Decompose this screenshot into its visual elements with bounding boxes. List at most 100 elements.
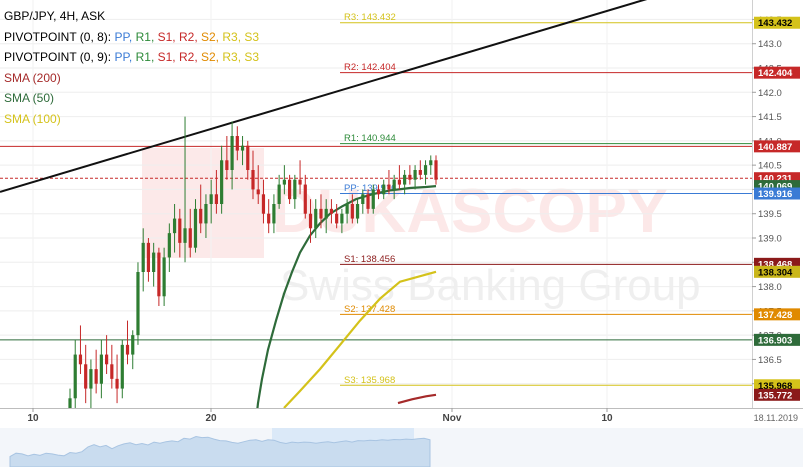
- legend-pivot-label: PIVOTPOINT (0, 9):: [4, 50, 115, 64]
- candle-body: [251, 170, 255, 190]
- candle: [131, 330, 135, 370]
- time-axis-background: [0, 408, 803, 428]
- price-badge: 139.916: [754, 187, 800, 200]
- candle-body: [267, 213, 271, 224]
- candle: [115, 354, 119, 404]
- candle: [84, 344, 88, 404]
- candle-body: [193, 208, 198, 248]
- price-tick-label: 138.0: [758, 282, 782, 293]
- price-badge-label: 138.304: [758, 267, 793, 278]
- candle-body: [288, 179, 292, 200]
- candle-body: [314, 208, 318, 229]
- legend-pivot-item: S1,: [157, 29, 179, 44]
- legend-sma-200[interactable]: SMA (200): [4, 68, 259, 89]
- legend-pivot-item: R1,: [135, 50, 158, 64]
- price-badge-label: 136.903: [758, 335, 792, 346]
- navigator-strip[interactable]: [0, 428, 803, 467]
- legend-pivot-1[interactable]: PIVOTPOINT (0, 9): PP, R1, S1, R2, S2, R…: [4, 47, 259, 68]
- candle-body: [152, 252, 156, 272]
- candle-body: [94, 369, 98, 384]
- legend-sma-100[interactable]: SMA (100): [4, 109, 259, 130]
- legend-pivot-item: R2,: [178, 29, 201, 44]
- price-tick-label: 139.0: [758, 234, 782, 245]
- time-tick-label: 20: [205, 413, 217, 424]
- price-axis: 136.0136.5137.0137.5138.0138.5139.0139.5…: [752, 0, 803, 408]
- candle-body: [282, 179, 286, 185]
- candle-body: [214, 194, 218, 204]
- candle-body: [220, 160, 224, 204]
- legend-pivot-label: PIVOTPOINT (0, 8):: [4, 29, 115, 44]
- candle: [99, 340, 103, 399]
- candle: [267, 199, 271, 234]
- candle-body: [162, 257, 166, 297]
- candle-body: [403, 174, 407, 185]
- price-tick-label: 140.5: [758, 161, 782, 172]
- legend-pivot-item: R3,: [222, 29, 245, 44]
- candle-body: [225, 160, 229, 170]
- candle-body: [188, 228, 192, 248]
- legend-sma-50[interactable]: SMA (50): [4, 88, 259, 109]
- candle-body: [146, 242, 151, 272]
- watermark-subtitle: Swiss Banking Group: [280, 261, 701, 310]
- candle-body: [125, 344, 130, 355]
- candle-body: [371, 189, 375, 209]
- price-axis-background: [752, 0, 803, 408]
- legend-pivot-0[interactable]: PIVOTPOINT (0, 8): PP, R1, S1, R2, S2, R…: [4, 27, 259, 48]
- candle-body: [246, 145, 250, 170]
- time-tick-label: Nov: [443, 413, 462, 424]
- candle-body: [382, 184, 386, 195]
- candle: [125, 320, 130, 365]
- candle-body: [136, 272, 140, 336]
- legend-pivot-item: S2,: [201, 29, 223, 44]
- price-badge-label: 140.887: [758, 142, 792, 153]
- price-badge: 138.304: [754, 265, 800, 278]
- candle: [120, 340, 124, 399]
- candle: [429, 155, 433, 175]
- candle-body: [303, 184, 307, 214]
- candle-body: [240, 145, 245, 151]
- candle: [110, 344, 114, 389]
- price-badge: 142.404: [754, 66, 800, 79]
- legend-pivot-item: R2,: [178, 50, 201, 64]
- sma-200-line: [397, 393, 437, 405]
- pivot-level-label: R1: 140.944: [344, 133, 396, 144]
- candle: [89, 359, 93, 408]
- candle: [136, 262, 140, 345]
- pivot-level-label: R2: 142.404: [344, 62, 396, 73]
- candle-body: [298, 179, 302, 185]
- candle-body: [434, 160, 438, 180]
- candle-body: [183, 228, 187, 243]
- candle-body: [319, 208, 323, 219]
- pivot-level-label: S3: 135.968: [344, 375, 395, 386]
- candle-body: [413, 170, 417, 180]
- candle-body: [84, 364, 88, 389]
- candle-body: [73, 354, 77, 399]
- candle-body: [366, 194, 370, 209]
- candle-body: [345, 204, 349, 214]
- pivot-level-label: R3: 143.432: [344, 12, 396, 23]
- candle-body: [387, 184, 391, 190]
- candle-body: [308, 213, 313, 229]
- candle-body: [408, 174, 412, 180]
- candle-body: [340, 213, 344, 224]
- candle-body: [209, 194, 213, 204]
- candle-body: [110, 364, 114, 379]
- time-tick-label: 10: [27, 413, 39, 424]
- candle-body: [120, 344, 124, 389]
- time-axis: 10 20 Nov 10 18.11.2019: [0, 408, 803, 428]
- price-tick-label: 141.5: [758, 112, 782, 123]
- legend-pivot-item: S2,: [201, 50, 223, 64]
- price-badge: 136.903: [754, 333, 800, 346]
- candle-body: [272, 204, 276, 224]
- price-badge-label: 139.916: [758, 189, 792, 200]
- pivot-level-label: S1: 138.456: [344, 254, 395, 265]
- candle: [73, 340, 77, 418]
- chart-root: DUKASCOPY Swiss Banking Group R3: 143.43…: [0, 0, 803, 467]
- legend-pivot-item: S3: [244, 50, 260, 64]
- legend-pivot-item: PP,: [114, 50, 136, 64]
- candle-body: [235, 136, 239, 151]
- candle-body: [397, 179, 401, 185]
- candle: [94, 349, 98, 394]
- candle: [157, 247, 161, 306]
- price-badge-label: 142.404: [758, 68, 793, 79]
